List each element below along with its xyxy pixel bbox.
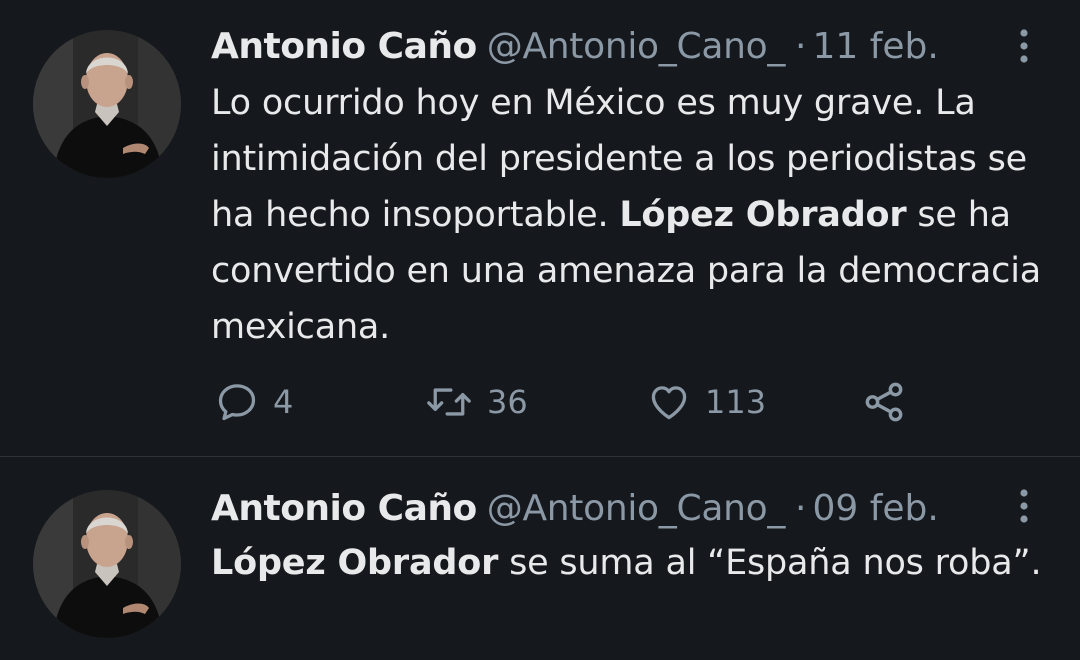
retweet-count: 36 [487,383,528,421]
tweet-actions: 4 36 113 [211,372,971,432]
tweet-text-emphasis: López Obrador [619,195,907,235]
tweet-header: Antonio Caño @Antonio_Cano_ · 09 feb. [211,487,939,531]
tweet[interactable]: Antonio Caño @Antonio_Cano_ · 11 feb. Lo oc… [0,0,1080,456]
share-button[interactable] [861,372,907,432]
retweet-icon [427,388,471,416]
tweet-date[interactable]: 09 feb. [812,488,938,529]
like-button[interactable]: 113 [647,372,766,432]
author-name[interactable]: Antonio Caño [211,488,477,529]
tweet-text-emphasis: López Obrador [211,543,499,583]
reply-count: 4 [273,383,294,421]
tweet-date[interactable]: 11 feb. [812,26,938,67]
heart-icon [651,386,687,420]
more-options-button[interactable] [1010,24,1038,68]
tweet-text: López Obrador se suma al “España nos rob… [211,535,1051,591]
avatar[interactable] [33,490,181,638]
avatar[interactable] [33,30,181,178]
share-icon [865,382,903,422]
tweet-text: Lo ocurrido hoy en México es muy grave. … [211,75,1051,355]
header-separator: · [795,488,807,529]
author-name[interactable]: Antonio Caño [211,26,477,67]
like-count: 113 [705,383,767,421]
tweet-text-part: se suma al “España nos roba”. [498,543,1042,583]
retweet-button[interactable]: 36 [425,372,528,432]
tweet-header: Antonio Caño @Antonio_Cano_ · 11 feb. [211,25,939,69]
more-vertical-icon [1020,29,1028,63]
reply-icon [218,384,256,421]
more-vertical-icon [1020,489,1028,523]
author-handle[interactable]: @Antonio_Cano_ [487,26,786,67]
tweet[interactable]: Antonio Caño @Antonio_Cano_ · 09 feb. López… [0,457,1080,660]
author-handle[interactable]: @Antonio_Cano_ [487,488,786,529]
reply-button[interactable]: 4 [215,372,293,432]
more-options-button[interactable] [1010,484,1038,528]
header-separator: · [795,26,807,67]
